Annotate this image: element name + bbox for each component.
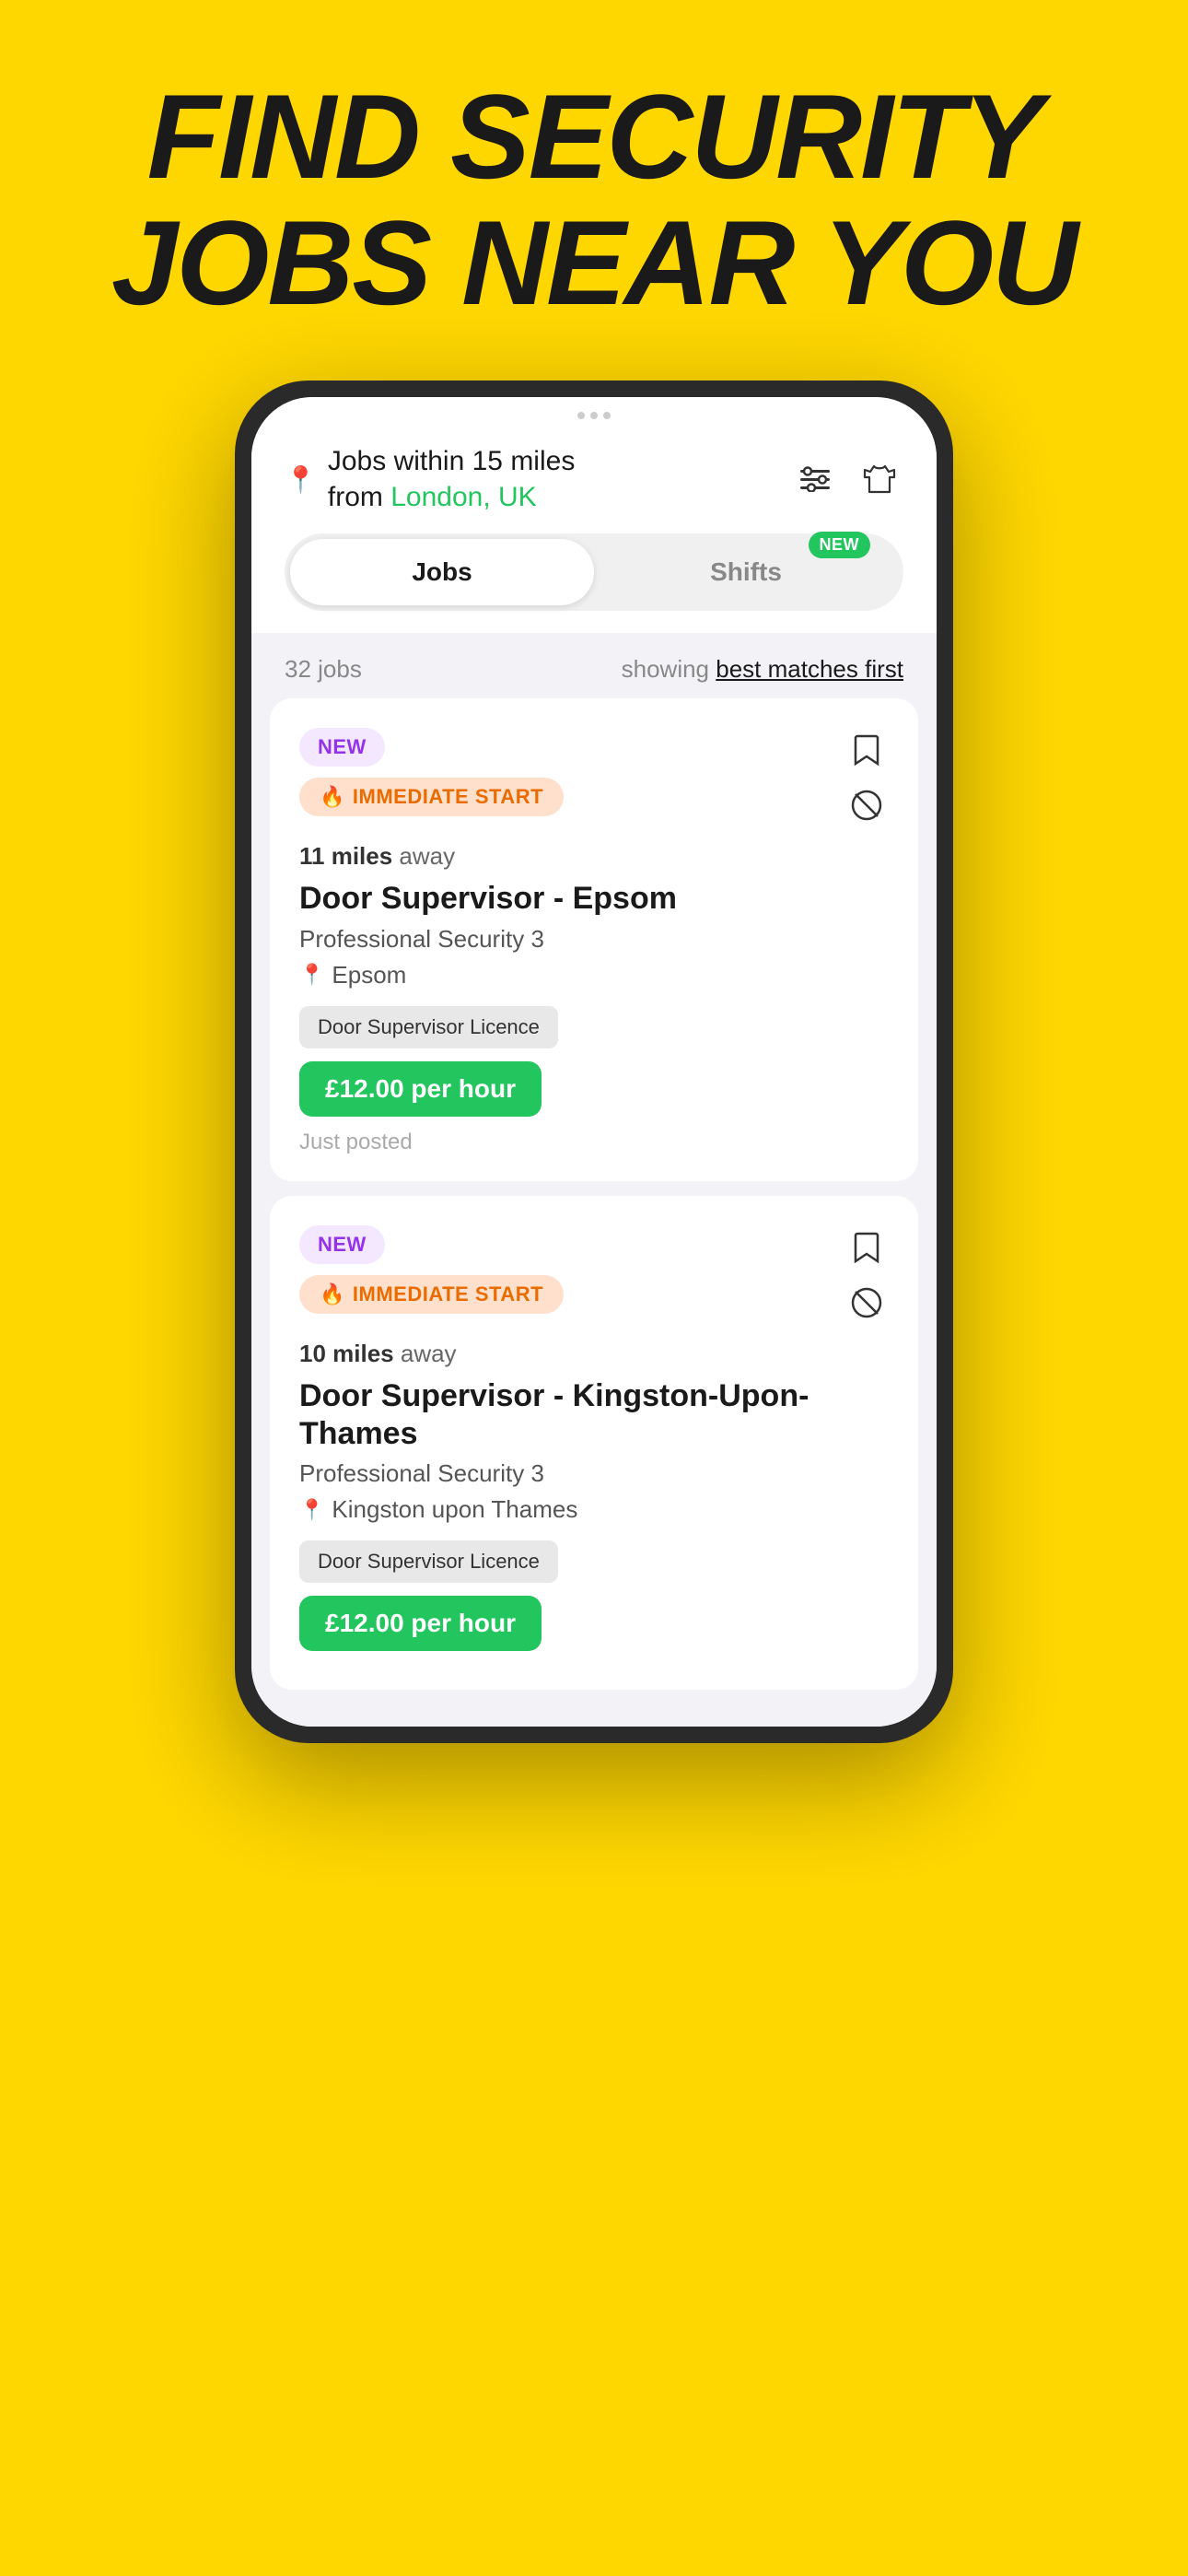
phone-screen: 📍 Jobs within 15 miles from London, UK: [251, 397, 937, 1727]
sort-label[interactable]: best matches first: [716, 655, 903, 683]
badges-row: NEW 🔥 IMMEDIATE START: [299, 1225, 564, 1314]
location-icon: 📍: [299, 963, 324, 987]
tabs-section: Jobs Shifts NEW: [251, 533, 937, 633]
pay-badge: £12.00 per hour: [299, 1596, 542, 1651]
location-row: 📍 Jobs within 15 miles from London, UK: [285, 443, 575, 515]
job-title[interactable]: Door Supervisor - Epsom: [299, 880, 889, 918]
hero-section: FIND SECURITY JOBS NEAR YOU: [0, 0, 1188, 325]
fire-icon: 🔥: [320, 785, 345, 809]
jobs-list: NEW 🔥 IMMEDIATE START: [251, 698, 937, 1690]
card-top-row: NEW 🔥 IMMEDIATE START: [299, 728, 889, 827]
filter-icon[interactable]: [791, 455, 839, 503]
card-top-row: NEW 🔥 IMMEDIATE START: [299, 1225, 889, 1325]
phone-mockup: 📍 Jobs within 15 miles from London, UK: [0, 381, 1188, 1743]
card-actions: [844, 728, 889, 827]
shirt-icon[interactable]: [856, 455, 903, 503]
jobs-count: 32 jobs: [285, 655, 362, 684]
footer-bg: [0, 1743, 1188, 1835]
new-badge: NEW: [299, 728, 385, 767]
distance: 11 miles away: [299, 842, 889, 871]
company-name: Professional Security 3: [299, 1459, 889, 1488]
immediate-start-badge: 🔥 IMMEDIATE START: [299, 1275, 564, 1314]
location-pin-icon: 📍: [285, 464, 317, 495]
jobs-meta: 32 jobs showing best matches first: [251, 633, 937, 698]
hero-title: FIND SECURITY JOBS NEAR YOU: [55, 74, 1133, 325]
posted-time: Just posted: [299, 1130, 889, 1155]
requirement-tag: Door Supervisor Licence: [299, 1540, 558, 1583]
company-name: Professional Security 3: [299, 925, 889, 954]
job-title[interactable]: Door Supervisor - Kingston-Upon-Thames: [299, 1377, 889, 1453]
card-actions: [844, 1225, 889, 1325]
job-location: 📍 Kingston upon Thames: [299, 1495, 889, 1524]
distance: 10 miles away: [299, 1340, 889, 1368]
immediate-start-badge: 🔥 IMMEDIATE START: [299, 778, 564, 816]
dot2: [590, 412, 598, 419]
tab-jobs[interactable]: Jobs: [290, 539, 594, 605]
dot1: [577, 412, 585, 419]
job-location: 📍 Epsom: [299, 961, 889, 989]
bookmark-icon[interactable]: [844, 1225, 889, 1270]
status-bar: [251, 397, 937, 428]
job-card[interactable]: NEW 🔥 IMMEDIATE START: [270, 698, 918, 1181]
job-card[interactable]: NEW 🔥 IMMEDIATE START: [270, 1196, 918, 1691]
new-badge: NEW: [299, 1225, 385, 1264]
phone-frame: 📍 Jobs within 15 miles from London, UK: [235, 381, 953, 1743]
block-icon[interactable]: [844, 783, 889, 827]
tabs-container: Jobs Shifts NEW: [285, 533, 903, 611]
shifts-new-badge: NEW: [809, 532, 871, 558]
location-text: Jobs within 15 miles from London, UK: [328, 443, 575, 515]
bookmark-icon[interactable]: [844, 728, 889, 772]
app-header: 📍 Jobs within 15 miles from London, UK: [251, 428, 937, 533]
requirement-tag: Door Supervisor Licence: [299, 1006, 558, 1048]
pay-badge: £12.00 per hour: [299, 1061, 542, 1117]
tab-shifts[interactable]: Shifts NEW: [594, 539, 898, 605]
header-icons: [791, 455, 903, 503]
fire-icon: 🔥: [320, 1282, 345, 1306]
block-icon[interactable]: [844, 1281, 889, 1325]
jobs-sort: showing best matches first: [622, 655, 903, 684]
location-city: London, UK: [390, 482, 536, 512]
dot3: [603, 412, 611, 419]
bottom-padding: [251, 1690, 937, 1727]
badges-row: NEW 🔥 IMMEDIATE START: [299, 728, 564, 816]
location-icon: 📍: [299, 1498, 324, 1522]
